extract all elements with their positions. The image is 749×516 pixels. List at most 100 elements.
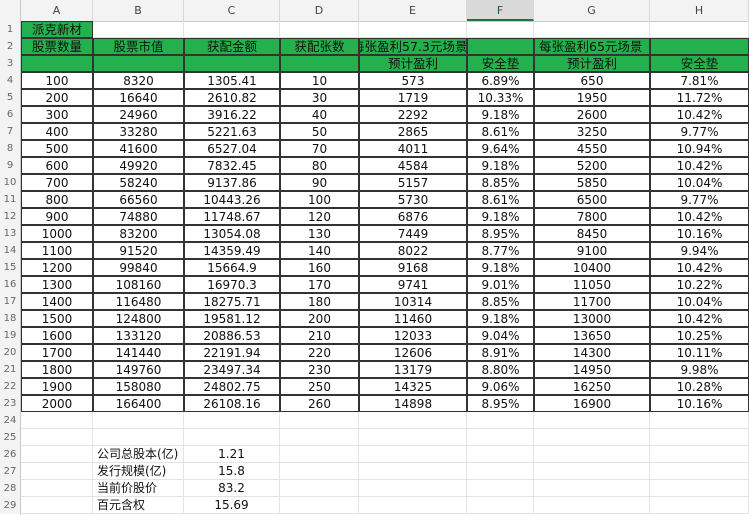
empty-cell[interactable] xyxy=(21,463,93,480)
table-cell[interactable]: 83200 xyxy=(93,225,184,242)
table-cell[interactable]: 300 xyxy=(21,106,93,123)
table-cell[interactable]: 10.16% xyxy=(650,395,749,412)
table-cell[interactable]: 1100 xyxy=(21,242,93,259)
header-blank[interactable] xyxy=(93,55,184,72)
row-header-19[interactable]: 19 xyxy=(0,327,21,344)
empty-cell[interactable] xyxy=(280,429,359,446)
table-cell[interactable]: 573 xyxy=(359,72,467,89)
table-cell[interactable]: 130 xyxy=(280,225,359,242)
table-cell[interactable]: 9.64% xyxy=(467,140,534,157)
table-cell[interactable]: 10.04% xyxy=(650,174,749,191)
table-cell[interactable]: 10400 xyxy=(534,259,650,276)
table-cell[interactable]: 220 xyxy=(280,344,359,361)
table-cell[interactable]: 9.77% xyxy=(650,123,749,140)
table-cell[interactable]: 10.42% xyxy=(650,259,749,276)
empty-cell[interactable] xyxy=(21,480,93,497)
table-cell[interactable]: 400 xyxy=(21,123,93,140)
table-cell[interactable]: 23497.34 xyxy=(184,361,280,378)
table-cell[interactable]: 11.72% xyxy=(650,89,749,106)
row-header-12[interactable]: 12 xyxy=(0,208,21,225)
empty-cell[interactable] xyxy=(467,429,534,446)
empty-cell[interactable] xyxy=(650,480,749,497)
empty-cell[interactable] xyxy=(359,480,467,497)
row-header-26[interactable]: 26 xyxy=(0,446,21,463)
table-cell[interactable]: 19581.12 xyxy=(184,310,280,327)
table-cell[interactable]: 10314 xyxy=(359,293,467,310)
table-cell[interactable]: 10.42% xyxy=(650,310,749,327)
table-cell[interactable]: 4550 xyxy=(534,140,650,157)
table-cell[interactable]: 8320 xyxy=(93,72,184,89)
row-header-24[interactable]: 24 xyxy=(0,412,21,429)
table-cell[interactable]: 9168 xyxy=(359,259,467,276)
row-header-8[interactable]: 8 xyxy=(0,140,21,157)
row-header-28[interactable]: 28 xyxy=(0,480,21,497)
table-cell[interactable]: 8.85% xyxy=(467,174,534,191)
row-header-21[interactable]: 21 xyxy=(0,361,21,378)
row-header-5[interactable]: 5 xyxy=(0,89,21,106)
table-cell[interactable]: 26108.16 xyxy=(184,395,280,412)
table-cell[interactable]: 7832.45 xyxy=(184,157,280,174)
table-cell[interactable]: 16900 xyxy=(534,395,650,412)
table-cell[interactable]: 6.89% xyxy=(467,72,534,89)
empty-cell[interactable] xyxy=(534,463,650,480)
table-cell[interactable]: 141440 xyxy=(93,344,184,361)
header-stock-value[interactable]: 股票市值 xyxy=(93,38,184,55)
info-label[interactable]: 当前价股价 xyxy=(93,480,184,497)
table-cell[interactable]: 10 xyxy=(280,72,359,89)
table-cell[interactable]: 12033 xyxy=(359,327,467,344)
table-cell[interactable]: 40 xyxy=(280,106,359,123)
table-cell[interactable]: 1800 xyxy=(21,361,93,378)
empty-cell[interactable] xyxy=(467,446,534,463)
empty-cell[interactable] xyxy=(359,446,467,463)
row-header-6[interactable]: 6 xyxy=(0,106,21,123)
table-cell[interactable]: 230 xyxy=(280,361,359,378)
table-cell[interactable]: 24802.75 xyxy=(184,378,280,395)
empty-cell[interactable] xyxy=(650,429,749,446)
table-cell[interactable]: 9.18% xyxy=(467,310,534,327)
table-cell[interactable]: 58240 xyxy=(93,174,184,191)
info-label[interactable]: 百元含权 xyxy=(93,497,184,514)
table-cell[interactable]: 2600 xyxy=(534,106,650,123)
table-cell[interactable]: 8.61% xyxy=(467,191,534,208)
empty-cell[interactable] xyxy=(467,480,534,497)
table-cell[interactable]: 8.95% xyxy=(467,395,534,412)
info-value[interactable]: 83.2 xyxy=(184,480,280,497)
table-cell[interactable]: 15664.9 xyxy=(184,259,280,276)
table-cell[interactable]: 8.61% xyxy=(467,123,534,140)
column-header-f[interactable]: F xyxy=(467,0,534,21)
empty-cell[interactable] xyxy=(467,463,534,480)
table-cell[interactable]: 8.85% xyxy=(467,293,534,310)
header-scenario-1[interactable]: 每张盈利57.3元场景 xyxy=(359,38,467,55)
empty-cell[interactable] xyxy=(280,480,359,497)
info-value[interactable]: 15.69 xyxy=(184,497,280,514)
table-cell[interactable]: 1700 xyxy=(21,344,93,361)
row-header-25[interactable]: 25 xyxy=(0,429,21,446)
table-cell[interactable]: 9100 xyxy=(534,242,650,259)
row-header-4[interactable]: 4 xyxy=(0,72,21,89)
table-cell[interactable]: 8.77% xyxy=(467,242,534,259)
header-profit-1[interactable]: 预计盈利 xyxy=(359,55,467,72)
table-cell[interactable]: 9.04% xyxy=(467,327,534,344)
header-blank[interactable] xyxy=(650,38,749,55)
header-blank[interactable] xyxy=(21,55,93,72)
empty-cell[interactable] xyxy=(21,412,93,429)
row-header-17[interactable]: 17 xyxy=(0,293,21,310)
table-cell[interactable]: 24960 xyxy=(93,106,184,123)
empty-cell[interactable] xyxy=(184,429,280,446)
table-cell[interactable]: 7.81% xyxy=(650,72,749,89)
table-cell[interactable]: 5730 xyxy=(359,191,467,208)
table-cell[interactable]: 22191.94 xyxy=(184,344,280,361)
header-safety-1[interactable]: 安全垫 xyxy=(467,55,534,72)
table-cell[interactable]: 108160 xyxy=(93,276,184,293)
table-cell[interactable]: 1305.41 xyxy=(184,72,280,89)
table-cell[interactable]: 13054.08 xyxy=(184,225,280,242)
row-header-14[interactable]: 14 xyxy=(0,242,21,259)
table-cell[interactable]: 74880 xyxy=(93,208,184,225)
table-cell[interactable]: 9137.86 xyxy=(184,174,280,191)
header-profit-2[interactable]: 预计盈利 xyxy=(534,55,650,72)
table-cell[interactable]: 30 xyxy=(280,89,359,106)
table-cell[interactable]: 9741 xyxy=(359,276,467,293)
table-cell[interactable]: 10443.26 xyxy=(184,191,280,208)
table-cell[interactable]: 13650 xyxy=(534,327,650,344)
column-header-h[interactable]: H xyxy=(650,0,749,21)
